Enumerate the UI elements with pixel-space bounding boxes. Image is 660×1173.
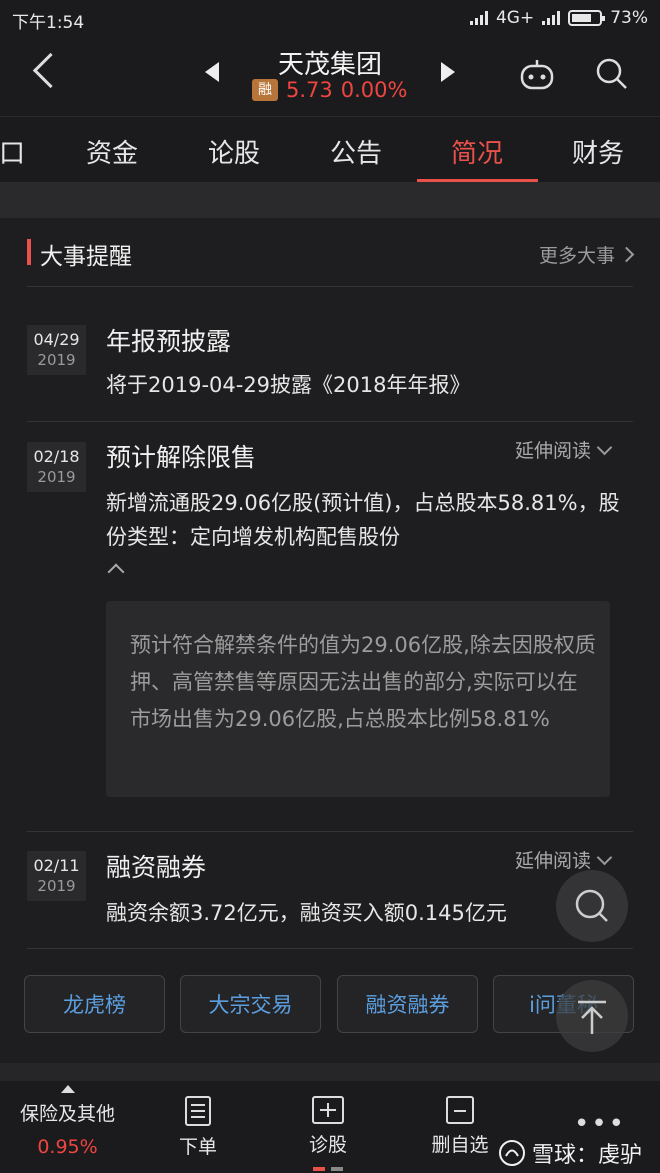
nav-remove-watchlist[interactable]: 删自选 xyxy=(420,1096,500,1157)
event-date: 02/18 2019 xyxy=(27,442,86,492)
signal-icon xyxy=(469,11,488,25)
dragon-tiger-button[interactable]: 龙虎榜 xyxy=(24,975,165,1033)
chevron-down-icon xyxy=(596,439,613,455)
event-desc: 融资余额3.72亿元，融资买入额0.145亿元 xyxy=(106,901,507,925)
stock-price: 5.73 xyxy=(286,78,333,102)
tab-funds[interactable]: 资金 xyxy=(52,133,172,170)
search-icon xyxy=(575,889,608,922)
event-title: 预计解除限售 xyxy=(106,443,257,472)
margin-trading-button[interactable]: 融资融券 xyxy=(337,975,478,1033)
more-events-link[interactable]: 更多大事 xyxy=(538,241,635,268)
more-events-label: 更多大事 xyxy=(538,245,615,267)
search-icon[interactable] xyxy=(594,56,630,92)
divider xyxy=(27,421,633,422)
remove-watchlist-icon xyxy=(446,1096,474,1124)
extend-reading-toggle[interactable]: 延伸阅读 xyxy=(514,436,613,463)
network-type: 4G+ xyxy=(495,8,535,28)
event-year: 2019 xyxy=(37,877,76,895)
bottom-nav: 保险及其他 0.95% 下单 诊股 删自选 ••• 雪球：虔驴 xyxy=(0,1081,660,1173)
divider xyxy=(27,286,633,287)
battery-level: 73% xyxy=(610,8,648,28)
event-month-day: 04/29 xyxy=(33,330,80,349)
tab-bar: 口 资金 论股 公告 简况 财务 xyxy=(0,116,660,183)
block-trade-button[interactable]: 大宗交易 xyxy=(180,975,321,1033)
tab-announcements[interactable]: 公告 xyxy=(296,133,416,170)
stock-quote: 融 5.73 0.00% xyxy=(252,78,407,102)
divider xyxy=(27,948,633,949)
margin-badge: 融 xyxy=(252,79,278,101)
tab-finance[interactable]: 财务 xyxy=(538,133,658,170)
tab-profile[interactable]: 简况 xyxy=(417,133,537,170)
watermark-text: 雪球：虔驴 xyxy=(532,1143,643,1168)
nav-diagnose-label: 诊股 xyxy=(308,1134,347,1156)
battery-icon xyxy=(568,10,606,26)
page-indicator xyxy=(313,1167,343,1171)
event-month-day: 02/18 xyxy=(33,447,80,466)
floating-search-button[interactable] xyxy=(556,870,628,942)
nav-diagnose[interactable]: 诊股 xyxy=(290,1096,366,1171)
event-date: 02/11 2019 xyxy=(27,851,86,901)
extend-reading-toggle[interactable]: 延伸阅读 xyxy=(514,846,613,873)
stock-change: 0.00% xyxy=(340,78,408,102)
signal-icon-2 xyxy=(542,11,561,25)
status-indicators: 4G+ 73% xyxy=(469,8,648,28)
separator-band xyxy=(0,1063,660,1081)
nav-order[interactable]: 下单 xyxy=(160,1096,236,1159)
section-accent-bar xyxy=(27,239,31,265)
arrow-up-icon xyxy=(578,1000,606,1034)
tab-discussion[interactable]: 论股 xyxy=(174,133,294,170)
event-desc: 将于2019-04-29披露《2018年年报》 xyxy=(106,373,471,397)
caret-up-icon xyxy=(60,1085,75,1093)
back-arrow-icon[interactable] xyxy=(32,52,69,89)
event-title: 年报预披露 xyxy=(106,327,232,356)
divider xyxy=(27,831,633,832)
more-dots-icon[interactable]: ••• xyxy=(574,1109,626,1139)
prev-stock-icon[interactable] xyxy=(205,62,219,82)
next-stock-icon[interactable] xyxy=(441,62,455,82)
chevron-right-icon xyxy=(618,246,635,263)
event-month-day: 02/11 xyxy=(33,856,80,875)
event-desc: 新增流通股29.06亿股(预计值)，占总股本58.81%，股份类型：定向增发机构… xyxy=(106,491,620,549)
snowball-logo-icon xyxy=(499,1140,525,1166)
robot-assistant-icon[interactable] xyxy=(518,58,556,92)
extend-reading-label: 延伸阅读 xyxy=(514,440,591,462)
event-detail-text: 预计符合解禁条件的值为29.06亿股,除去因股权质押、高管禁售等原因无法出售的部… xyxy=(130,633,596,731)
event-title: 融资融券 xyxy=(106,853,207,882)
event-year: 2019 xyxy=(37,351,76,369)
sector-label: 保险及其他 xyxy=(19,1103,115,1125)
sector-change: 0.95% xyxy=(37,1136,98,1158)
watermark: 雪球：虔驴 xyxy=(498,1137,642,1169)
nav-order-label: 下单 xyxy=(178,1136,217,1158)
event-year: 2019 xyxy=(37,468,76,486)
nav-remove-label: 删自选 xyxy=(431,1134,489,1156)
stock-name: 天茂集团 xyxy=(277,50,382,80)
event-detail-panel: 预计符合解禁条件的值为29.06亿股,除去因股权质押、高管禁售等原因无法出售的部… xyxy=(106,601,610,797)
event-date: 04/29 2019 xyxy=(27,325,86,375)
order-icon xyxy=(185,1096,211,1126)
extend-reading-label: 延伸阅读 xyxy=(514,850,591,872)
chevron-up-icon[interactable] xyxy=(107,563,125,581)
related-sector[interactable]: 保险及其他 0.95% xyxy=(10,1085,125,1158)
stock-header: 天茂集团 融 5.73 0.00% xyxy=(0,36,660,116)
status-time: 下午1:54 xyxy=(12,13,85,33)
scroll-to-top-button[interactable] xyxy=(556,980,628,1052)
diagnose-icon xyxy=(312,1096,344,1124)
separator-band xyxy=(0,182,660,218)
section-title: 大事提醒 xyxy=(40,244,132,270)
status-bar: 下午1:54 4G+ 73% xyxy=(0,0,660,36)
chevron-down-icon xyxy=(596,849,613,865)
